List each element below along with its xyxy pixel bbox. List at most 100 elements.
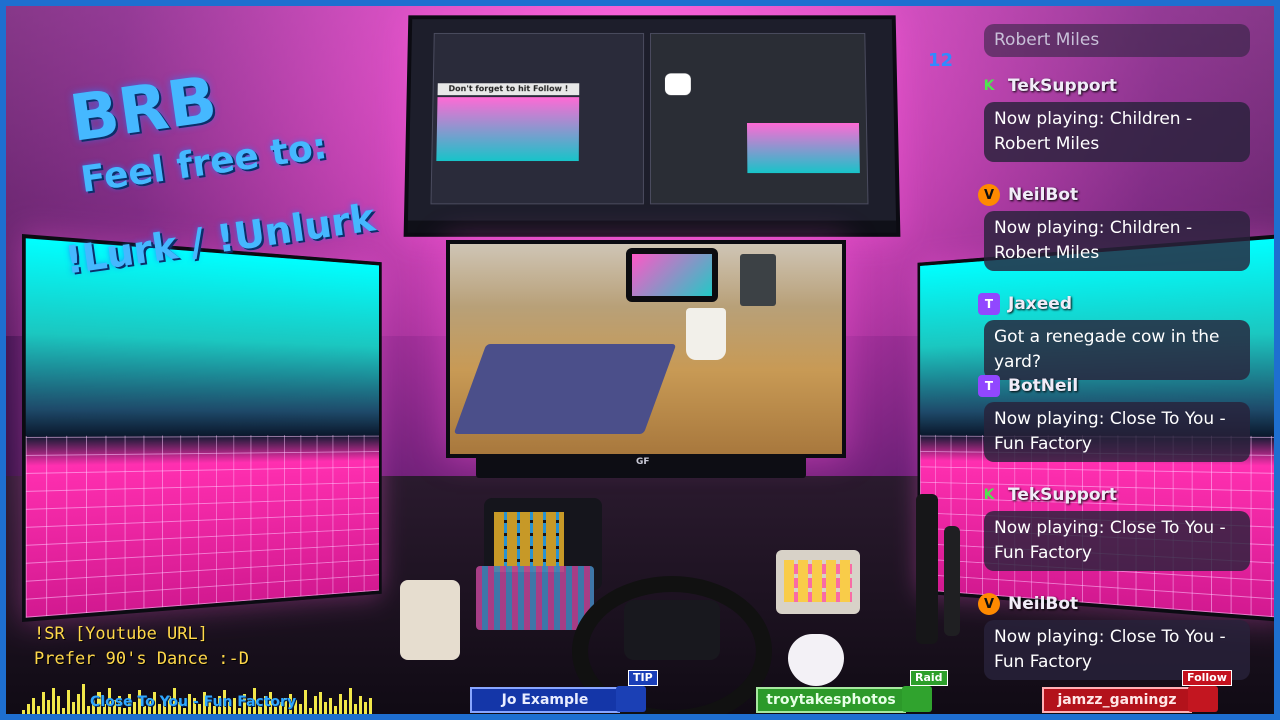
kick-icon: K [983,487,995,503]
latest-tip: Jo Example [470,687,620,713]
equalizer-bar [318,692,322,714]
taskbar [407,220,897,233]
chat-text: Robert Miles [984,24,1250,57]
scene-preview [746,123,860,174]
left-monitor [22,234,382,622]
chat-message: K TekSupport Now playing: Close To You -… [978,483,1272,571]
handbrake [944,526,960,636]
equalizer-bar [82,684,86,714]
equalizer-bar [349,688,353,714]
rolling-tray [453,344,677,434]
raid-tag: Raid [910,670,948,686]
stream-preview [436,97,580,162]
button-box [400,580,460,660]
song-request-info: !SR [Youtube URL] Prefer 90's Dance :-D [34,622,249,672]
truck-icon [616,686,646,712]
viewer-count: 12 [928,50,954,71]
chat-text: Now playing: Close To You - Fun Factory [984,402,1250,462]
wallpaper-grid [25,434,379,618]
twitch-icon: T [978,375,1000,397]
chat-text: Got a renegade cow in the yard? [984,320,1250,380]
song-request-command: !SR [Youtube URL] [34,624,208,644]
equalizer-bar [333,706,337,714]
chat-username: BotNeil [1008,376,1079,396]
truck-icon [902,686,932,712]
chat-message: V NeilBot Now playing: Close To You - Fu… [978,592,1272,680]
equalizer-bar [313,696,317,714]
bot-icon: V [978,593,1000,615]
equalizer-bar [338,694,342,714]
chat-text: Now playing: Children - Robert Miles [984,102,1250,162]
equalizer-bar [308,708,312,714]
chat-user: K TekSupport [978,483,1272,507]
chat-message: T BotNeil Now playing: Close To You - Fu… [978,374,1272,462]
chat-username: NeilBot [1008,594,1079,614]
equalizer-bar [52,688,56,714]
container [740,254,776,306]
latest-follow: jamzz_gamingz [1042,687,1192,713]
wheel-hub [624,600,720,660]
chat-username: NeilBot [1008,185,1079,205]
stream-frame: Don't forget to hit Follow ! GF BRB Feel… [0,0,1280,720]
chat-user: T Jaxeed [978,292,1272,316]
follow-tag: Follow [1182,670,1232,686]
equalizer-bar [42,692,46,714]
equalizer-bar [22,710,26,714]
streamlabs-window [649,32,869,205]
chat-user: T BotNeil [978,374,1272,398]
equalizer-bar [328,698,332,714]
mug [686,308,726,360]
chat-username: Jaxeed [1008,294,1072,314]
equalizer-bar [72,702,76,714]
stream-deck-mini-keys [784,560,852,602]
chat-message: Robert Miles [978,24,1272,57]
top-monitor: Don't forget to hit Follow ! [403,15,901,237]
phone [626,248,718,302]
chat-user: K TekSupport [978,74,1272,98]
kick-icon: K [983,78,995,94]
chat-user: V NeilBot [978,592,1272,616]
song-request-preference: Prefer 90's Dance :-D [34,649,249,669]
now-playing-ticker: Close To You - Fun Factory [90,694,297,710]
tip-tag: TIP [628,670,658,686]
latest-raid: troytakesphotos [756,687,906,713]
equalizer-bar [344,700,348,714]
chat-text: Now playing: Close To You - Fun Factory [984,511,1250,571]
truck-icon [1188,686,1218,712]
stream-deck-mini [776,550,860,614]
equalizer-bar [303,690,307,714]
bot-icon [664,73,691,96]
equalizer-bar [62,708,66,714]
monitor-brand: GF [636,457,650,467]
center-monitor [446,240,846,458]
camera-feed [450,244,842,454]
equalizer-bar [323,702,327,714]
chat-message: K TekSupport Now playing: Children - Rob… [978,74,1272,162]
bot-icon: V [978,184,1000,206]
equalizer-bar [37,706,41,714]
keyboard [476,566,594,630]
equalizer-bar [27,704,31,714]
equalizer-bar [359,696,363,714]
chat-message: V NeilBot Now playing: Children - Robert… [978,183,1272,271]
equalizer-bar [354,704,358,714]
stream-manager-window: Don't forget to hit Follow ! [430,32,645,205]
desktop-screen: Don't forget to hit Follow ! [407,19,897,233]
equalizer-bar [77,694,81,714]
chat-username: TekSupport [1008,76,1118,96]
stream-deck-keys [494,512,564,572]
chat-username: TekSupport [1008,485,1118,505]
equalizer-bar [57,696,61,714]
equalizer-bar [67,690,71,714]
equalizer-bar [369,698,373,714]
brb-title: BRB [65,63,222,157]
equalizer-bar [32,698,36,714]
equalizer-bar [364,702,368,714]
chat-text: Now playing: Children - Robert Miles [984,211,1250,271]
chat-message: T Jaxeed Got a renegade cow in the yard? [978,292,1272,380]
follow-banner: Don't forget to hit Follow ! [437,83,580,96]
equalizer-bar [298,704,302,714]
chat-panel: Robert Miles K TekSupport Now playing: C… [978,6,1274,686]
chat-user: V NeilBot [978,183,1272,207]
shifter [916,494,938,644]
